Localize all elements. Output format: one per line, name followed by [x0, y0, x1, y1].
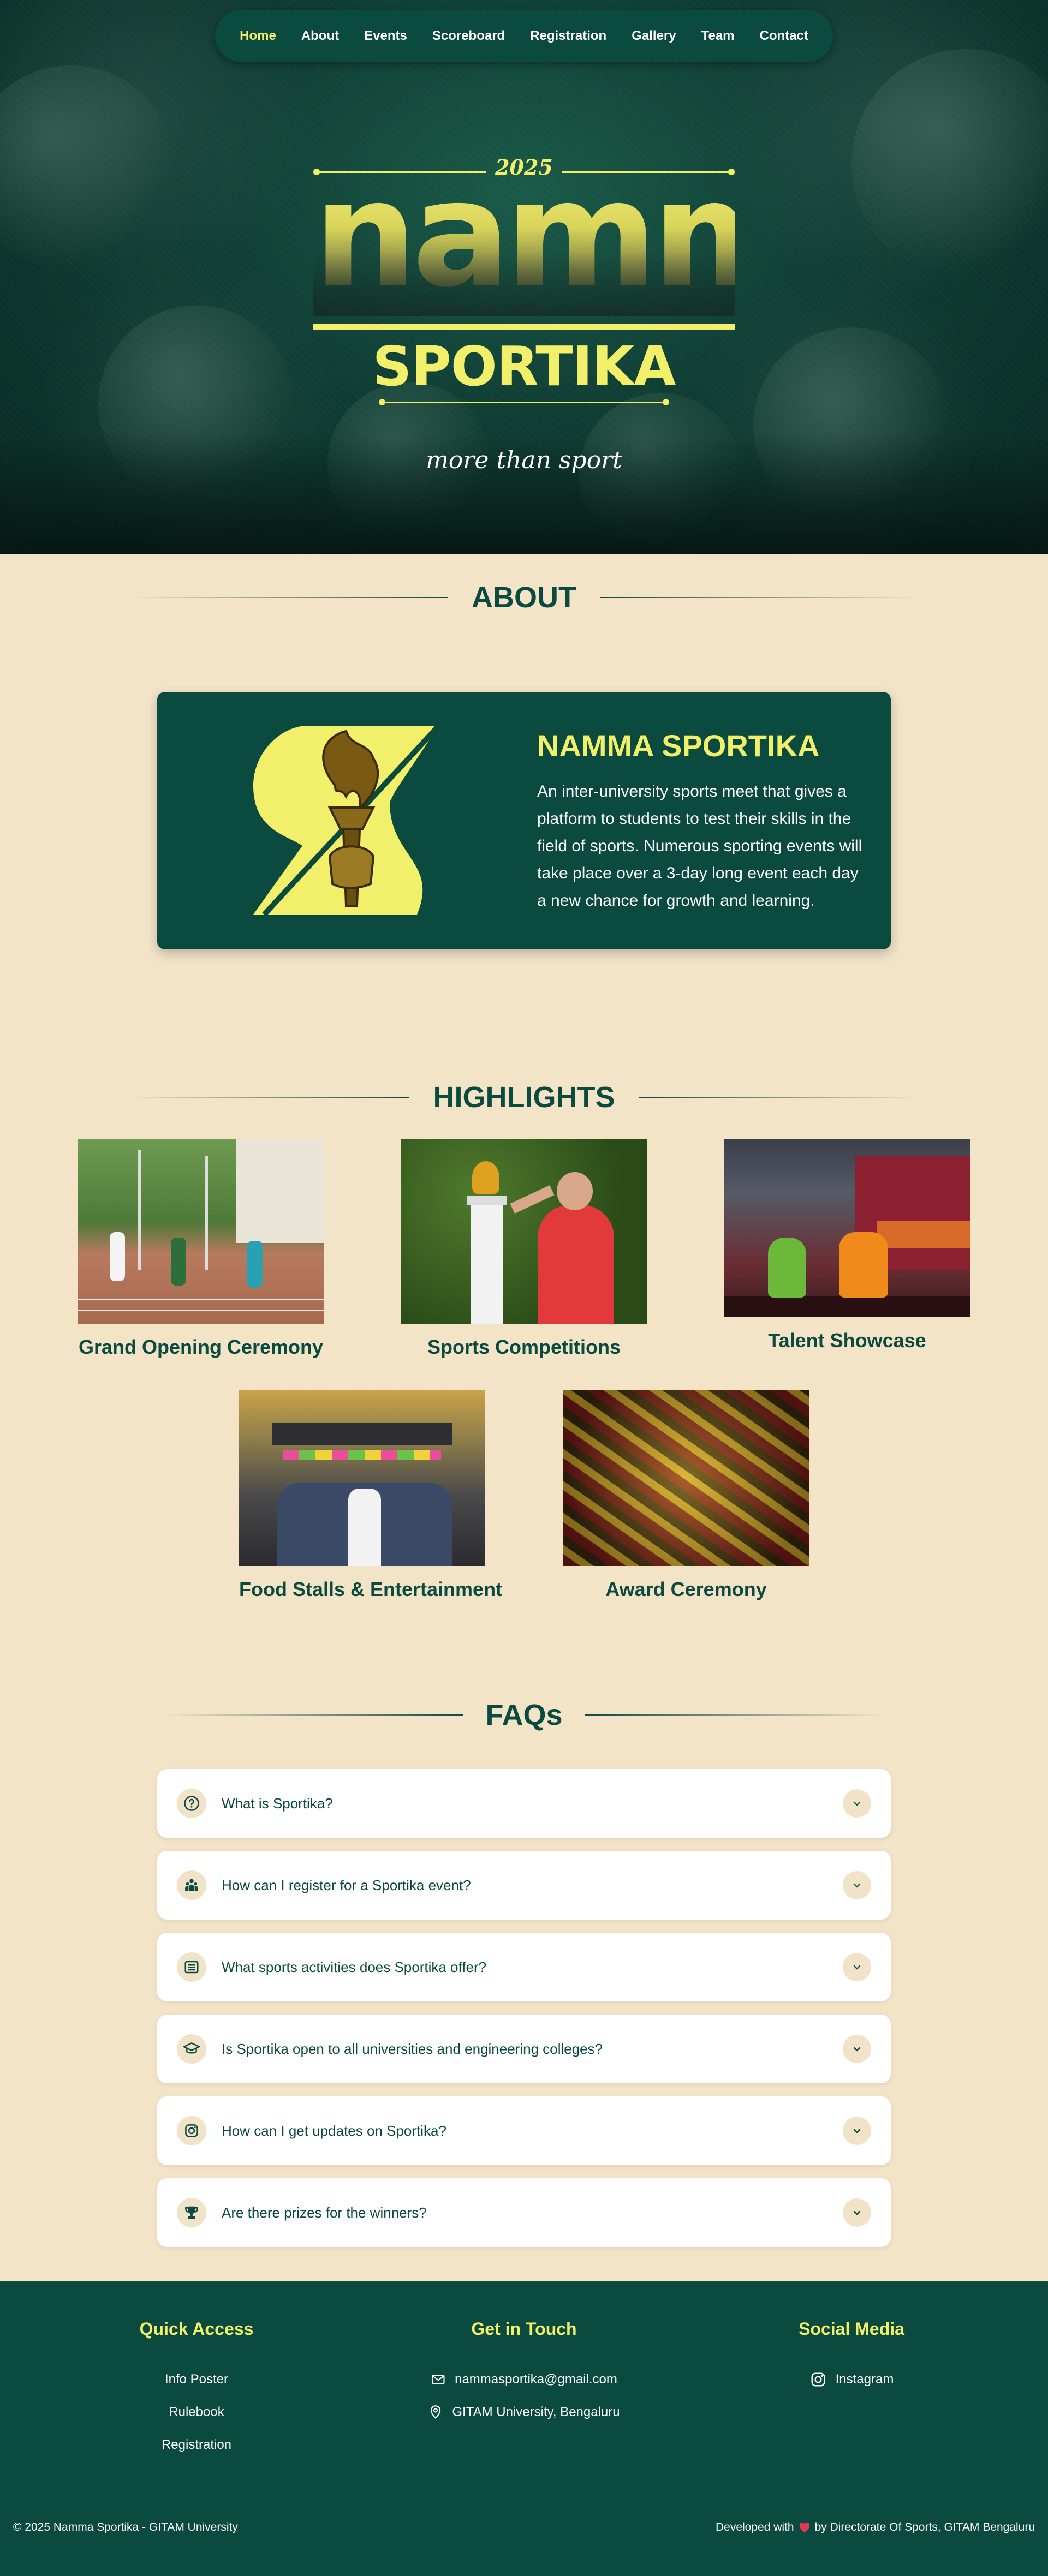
- torch-emblem-icon: [253, 726, 439, 915]
- background-athlete-photo: [851, 49, 1048, 278]
- faq-question: Is Sportika open to all universities and…: [222, 2040, 603, 2057]
- chevron-down-icon[interactable]: [843, 2117, 871, 2145]
- highlight-caption: Talent Showcase: [768, 1329, 926, 1352]
- nav-home[interactable]: Home: [240, 28, 276, 44]
- footer-link-info-poster[interactable]: Info Poster: [115, 2363, 278, 2396]
- decorative-line: [382, 402, 666, 403]
- footer-instagram-link[interactable]: Instagram: [764, 2363, 939, 2396]
- list-icon: [177, 1952, 206, 1982]
- sportika-wordmark: SPORTIKA: [372, 334, 676, 398]
- year-row: 2025: [313, 155, 735, 180]
- highlight-card[interactable]: Sports Competitions: [401, 1139, 647, 1359]
- footer-heading: Social Media: [799, 2319, 904, 2339]
- about-description: An inter-university sports meet that giv…: [537, 782, 862, 910]
- chevron-down-icon[interactable]: [843, 2035, 871, 2063]
- mail-icon: [432, 2375, 445, 2384]
- footer-heading: Get in Touch: [471, 2319, 577, 2339]
- athletes-collage: [313, 251, 735, 316]
- footer-copyright: © 2025 Namma Sportika - GITAM University: [13, 2521, 238, 2533]
- chevron-down-icon[interactable]: [843, 2198, 871, 2227]
- trophy-icon: [177, 2198, 206, 2227]
- background-athlete-photo: [753, 327, 950, 524]
- background-athlete-photo: [98, 306, 295, 502]
- namma-wordmark-box: namma: [313, 186, 735, 316]
- credit-prefix: Developed with: [715, 2521, 794, 2533]
- footer-email: nammasportika@gmail.com: [455, 2372, 617, 2387]
- highlight-caption: Grand Opening Ceremony: [78, 1336, 324, 1358]
- hero-tagline: more than sport: [426, 446, 622, 474]
- food-stalls-photo: [239, 1390, 485, 1566]
- footer-email-link[interactable]: nammasportika@gmail.com: [382, 2363, 666, 2396]
- chevron-down-icon[interactable]: [843, 1871, 871, 1899]
- nav-registration[interactable]: Registration: [530, 28, 606, 44]
- site-footer: Quick Access Info Poster Rulebook Regist…: [0, 2281, 1048, 2576]
- sports-competitions-photo: [401, 1139, 647, 1324]
- faq-item[interactable]: How can I register for a Sportika event?: [157, 1851, 891, 1920]
- about-card-title: NAMMA SPORTIKA: [537, 728, 820, 763]
- footer-location: GITAM University, Bengaluru: [452, 2405, 620, 2419]
- chevron-down-icon[interactable]: [843, 1953, 871, 1981]
- highlight-caption: Food Stalls & Entertainment: [239, 1578, 503, 1600]
- footer-quick-access: Quick Access Info Poster Rulebook Regist…: [115, 2319, 278, 2461]
- footer-link-registration[interactable]: Registration: [115, 2429, 278, 2461]
- highlight-card[interactable]: Food Stalls & Entertainment: [239, 1390, 503, 1601]
- question-icon: [177, 1789, 206, 1818]
- logo-underline-bar: [313, 324, 735, 330]
- chevron-down-icon[interactable]: [843, 1789, 871, 1818]
- background-athlete-photo: [0, 65, 175, 273]
- footer-contact: Get in Touch nammasportika@gmail.com GIT…: [382, 2319, 666, 2429]
- decorative-dot: [663, 399, 669, 405]
- namma-sportika-logo: 2025 namma SPORTIKA more than sport: [313, 147, 735, 486]
- highlight-caption: Award Ceremony: [605, 1578, 767, 1600]
- faq-question: What is Sportika?: [222, 1795, 333, 1812]
- main-navbar: Home About Events Scoreboard Registratio…: [215, 10, 833, 62]
- faq-item[interactable]: What is Sportika?: [157, 1769, 891, 1838]
- footer-location-link[interactable]: GITAM University, Bengaluru: [382, 2396, 666, 2429]
- people-icon: [177, 1870, 206, 1900]
- graduation-cap-icon: [177, 2034, 206, 2064]
- event-year: 2025: [495, 155, 553, 180]
- nav-gallery[interactable]: Gallery: [632, 28, 676, 44]
- footer-instagram-label: Instagram: [835, 2372, 894, 2387]
- faq-question: Are there prizes for the winners?: [222, 2204, 427, 2221]
- about-heading: ABOUT: [472, 581, 576, 614]
- instagram-icon: [177, 2116, 206, 2145]
- footer-link-rulebook[interactable]: Rulebook: [115, 2396, 278, 2429]
- faq-item[interactable]: Are there prizes for the winners?: [157, 2178, 891, 2247]
- highlight-card[interactable]: Award Ceremony: [563, 1390, 809, 1601]
- highlights-heading: HIGHLIGHTS: [433, 1081, 615, 1114]
- faq-item[interactable]: What sports activities does Sportika off…: [157, 1933, 891, 2001]
- nav-scoreboard[interactable]: Scoreboard: [432, 28, 505, 44]
- about-section-title: ABOUT: [0, 578, 1048, 617]
- heart-icon: [799, 2522, 809, 2533]
- talent-showcase-photo: [724, 1139, 970, 1317]
- credit-suffix: by Directorate Of Sports, GITAM Bengalur…: [814, 2521, 1035, 2533]
- nav-events[interactable]: Events: [364, 28, 407, 44]
- opening-ceremony-photo: [78, 1139, 324, 1324]
- faq-item[interactable]: Is Sportika open to all universities and…: [157, 2015, 891, 2083]
- highlight-caption: Sports Competitions: [427, 1336, 621, 1358]
- faq-item[interactable]: How can I get updates on Sportika?: [157, 2096, 891, 2165]
- footer-social: Social Media Instagram: [764, 2319, 939, 2396]
- footer-heading: Quick Access: [139, 2319, 254, 2339]
- instagram-icon: [811, 2372, 825, 2387]
- faq-question: How can I register for a Sportika event?: [222, 1876, 471, 1893]
- faq-question: What sports activities does Sportika off…: [222, 1958, 487, 1975]
- faq-heading: FAQs: [485, 1699, 563, 1731]
- faq-section-title: FAQs: [0, 1696, 1048, 1734]
- nav-contact[interactable]: Contact: [760, 28, 808, 44]
- location-pin-icon: [431, 2405, 441, 2419]
- highlight-card[interactable]: Talent Showcase: [724, 1139, 970, 1352]
- highlight-card[interactable]: Grand Opening Ceremony: [78, 1139, 324, 1359]
- hero-banner: Home About Events Scoreboard Registratio…: [0, 0, 1048, 554]
- nav-team[interactable]: Team: [701, 28, 735, 44]
- award-ceremony-photo: [563, 1390, 809, 1566]
- about-card: NAMMA SPORTIKA An inter-university sport…: [157, 692, 891, 949]
- decorative-dot: [379, 399, 385, 405]
- footer-credit: Developed with by Directorate Of Sports,…: [716, 2521, 1035, 2534]
- faq-question: How can I get updates on Sportika?: [222, 2122, 446, 2139]
- nav-about[interactable]: About: [301, 28, 339, 44]
- highlights-section-title: HIGHLIGHTS: [0, 1078, 1048, 1116]
